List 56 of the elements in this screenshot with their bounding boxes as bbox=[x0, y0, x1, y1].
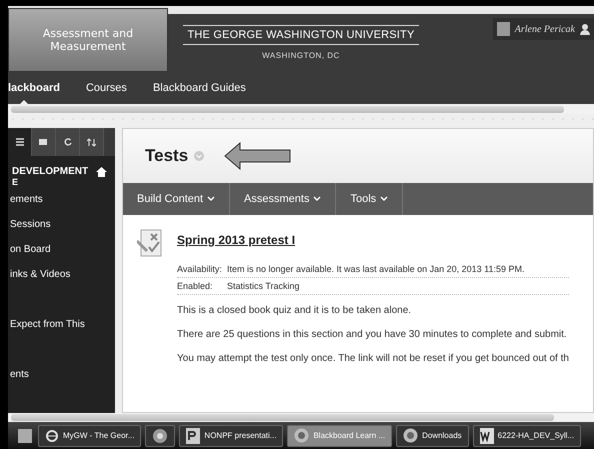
test-link[interactable]: Spring 2013 pretest I bbox=[177, 233, 569, 247]
person-icon[interactable] bbox=[580, 24, 590, 34]
taskbar-button[interactable]: Downloads bbox=[396, 424, 469, 446]
detail-value: Item is no longer available. It was last available on Jan 20, 2013 11:59 PM. bbox=[227, 264, 525, 274]
sidebar-item[interactable]: inks & Videos bbox=[8, 262, 115, 287]
university-location: WASHINGTON, DC bbox=[262, 51, 340, 60]
course-title: E bbox=[11, 177, 20, 187]
sidebar-item[interactable]: ements bbox=[8, 187, 115, 212]
description-text: This is a closed book quiz and it is to be taken alone. bbox=[177, 305, 412, 318]
test-icon bbox=[137, 229, 163, 257]
tool-tab[interactable] bbox=[8, 128, 32, 156]
taskbar-button[interactable]: 6222-HA_DEV_Syll... bbox=[472, 424, 582, 446]
globe-icon bbox=[294, 428, 310, 443]
description-text: There are 25 questions in this section and you have 30 minutes to complete and submit. bbox=[177, 329, 568, 342]
window-icon bbox=[39, 138, 48, 146]
callout: Assessment and Measurement bbox=[8, 8, 168, 72]
avatar bbox=[496, 22, 510, 36]
document-icon bbox=[480, 428, 494, 444]
nav-tab[interactable]: Blackboard Guides bbox=[152, 76, 246, 102]
detail-value: Statistics Tracking bbox=[227, 281, 300, 291]
taskbar-button[interactable] bbox=[145, 424, 176, 446]
scrollbar[interactable] bbox=[11, 414, 554, 421]
list-icon bbox=[16, 138, 24, 146]
description-text: You may attempt the test only once. The link will not be reset if you get bounced out of th bbox=[177, 353, 569, 366]
menu-button[interactable]: Assessments bbox=[230, 183, 336, 215]
globe-icon bbox=[403, 428, 418, 443]
chevron-down-icon bbox=[207, 196, 216, 202]
tool-tab[interactable] bbox=[56, 128, 80, 156]
arrow-icon bbox=[224, 142, 292, 170]
scrollbar[interactable] bbox=[11, 106, 564, 112]
home-icon bbox=[96, 166, 108, 176]
chevron-down-icon bbox=[380, 196, 388, 202]
detail-label: Availability: bbox=[177, 264, 223, 274]
sidebar-item[interactable]: ents bbox=[8, 362, 115, 387]
menu-button[interactable]: Tools bbox=[336, 183, 404, 215]
refresh-icon bbox=[64, 138, 72, 146]
document-icon bbox=[186, 428, 200, 444]
start-icon[interactable] bbox=[16, 426, 34, 444]
menu-button[interactable]: Build Content bbox=[123, 183, 230, 215]
taskbar-button[interactable]: MyGW - The Geor... bbox=[38, 424, 142, 446]
taskbar-button[interactable]: Blackboard Learn ... bbox=[287, 424, 392, 446]
tool-tab[interactable] bbox=[80, 128, 104, 156]
taskbar-button[interactable]: NONPF presentati... bbox=[179, 424, 284, 446]
sort-icon bbox=[87, 138, 96, 146]
sidebar-item[interactable]: Expect from This bbox=[8, 312, 115, 337]
browser-icon bbox=[45, 428, 59, 442]
course-title[interactable]: DEVELOPMENT bbox=[8, 156, 115, 177]
university-name: THE GEORGE WASHINGTON UNIVERSITY bbox=[183, 25, 419, 45]
page-title: Tests bbox=[145, 146, 188, 166]
sidebar-item[interactable]: Sessions bbox=[8, 212, 115, 237]
nav-tab[interactable]: Courses bbox=[86, 76, 127, 102]
browser-icon bbox=[152, 428, 168, 444]
sidebar-item[interactable]: on Board bbox=[8, 237, 115, 262]
tool-tab[interactable] bbox=[32, 128, 56, 156]
detail-label: Enabled: bbox=[177, 281, 214, 291]
chevron-down-icon bbox=[313, 196, 322, 202]
